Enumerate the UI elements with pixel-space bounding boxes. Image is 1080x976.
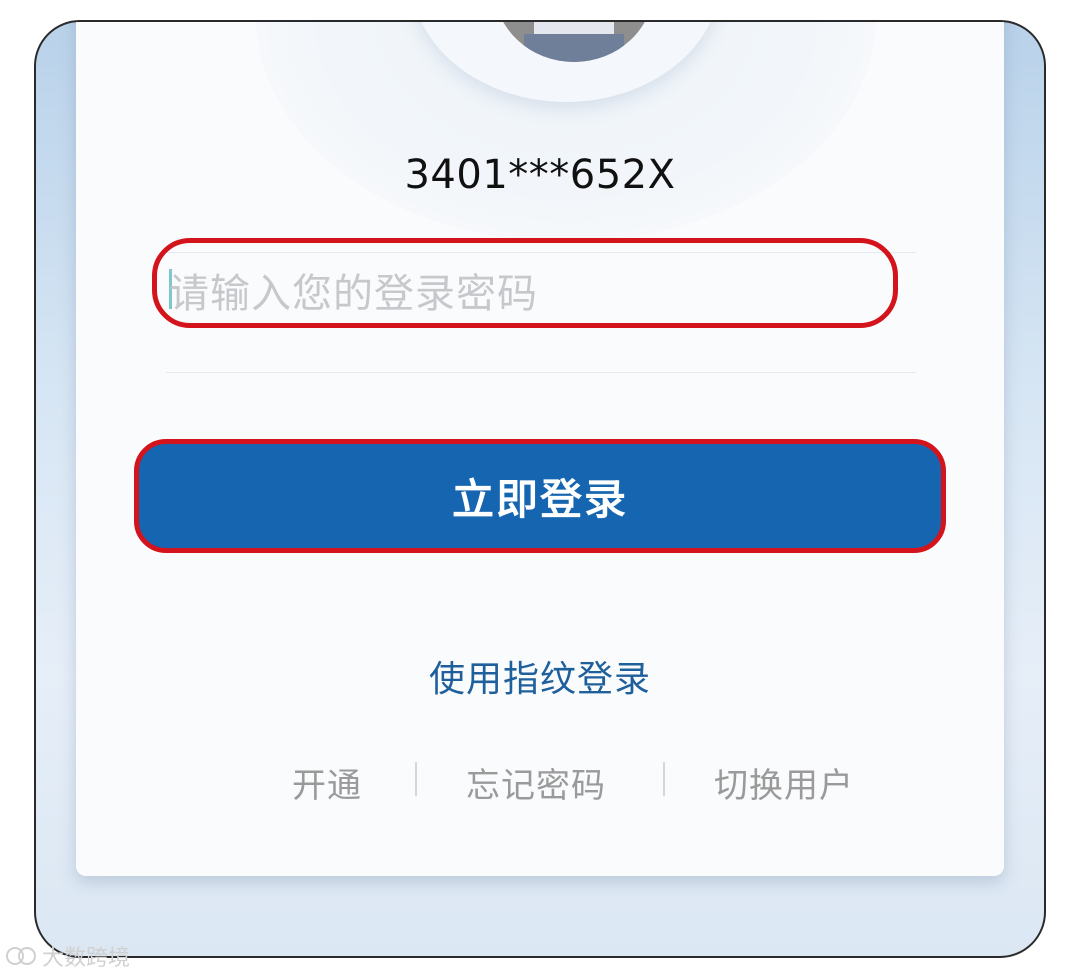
login-button-label: 立即登录 [451, 474, 628, 524]
watermark-text: 大数跨境 [42, 946, 131, 971]
switch-user-link[interactable]: 切换用户 [714, 758, 854, 807]
login-card: 3401***652X 请输入您的登录密码 立即登录 使用指纹登录 开通 忘记密… [76, 22, 1004, 876]
footer-separator [415, 762, 417, 796]
account-id: 3401***652X [404, 152, 676, 198]
watermark-logo-icon [6, 945, 36, 967]
password-input[interactable]: 请输入您的登录密码 [152, 238, 898, 328]
fingerprint-login-link[interactable]: 使用指纹登录 [76, 650, 1004, 702]
forgot-password-link[interactable]: 忘记密码 [466, 758, 606, 807]
watermark: 大数跨境 [6, 940, 130, 972]
footer-links: 开通 忘记密码 切换用户 [76, 758, 1004, 808]
avatar-figure-lower [524, 34, 624, 62]
password-placeholder: 请输入您的登录密码 [169, 271, 538, 317]
divider-bottom [166, 372, 916, 373]
phone-frame: 3401***652X 请输入您的登录密码 立即登录 使用指纹登录 开通 忘记密… [34, 20, 1046, 958]
login-button[interactable]: 立即登录 [134, 436, 947, 553]
footer-separator [663, 762, 665, 796]
activate-link[interactable]: 开通 [292, 758, 362, 807]
